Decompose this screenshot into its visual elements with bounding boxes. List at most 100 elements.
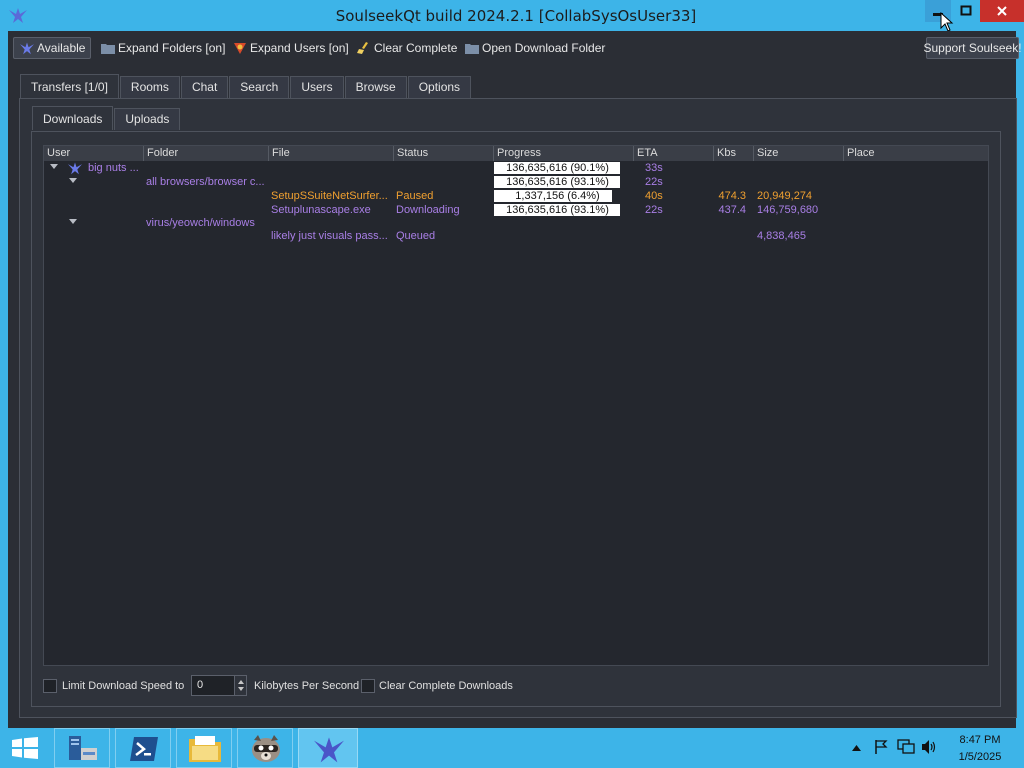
- speaker-icon[interactable]: [921, 739, 937, 755]
- column-header-kbs[interactable]: Kbs: [714, 146, 754, 161]
- start-button[interactable]: [0, 728, 52, 768]
- progress-remainder: [620, 204, 621, 216]
- soulseek-taskbar-button[interactable]: [298, 728, 358, 768]
- table-header: User Folder File Status Progress ETA Kbs…: [44, 146, 988, 161]
- expand-arrow-icon[interactable]: [50, 164, 58, 169]
- table-row[interactable]: likely just visuals pass... Queued 4,838…: [44, 229, 988, 243]
- cell-size: 4,838,465: [757, 230, 806, 242]
- column-header-progress[interactable]: Progress: [494, 146, 634, 161]
- client-area: Available Expand Folders [on] Expand Use…: [8, 31, 1022, 728]
- limit-speed-checkbox[interactable]: [43, 679, 57, 693]
- cell-size: 20,949,274: [757, 190, 813, 202]
- soulseek-bird-icon: [20, 42, 34, 55]
- network-icon[interactable]: [897, 739, 915, 755]
- file-explorer-icon: [189, 736, 221, 762]
- cell-folder: virus/yeowch/windows: [146, 217, 255, 229]
- column-header-size[interactable]: Size: [754, 146, 844, 161]
- tab-browse[interactable]: Browse: [344, 76, 407, 98]
- main-tab-bar: Transfers [1/0] Rooms Chat Search Users …: [20, 74, 472, 98]
- column-header-folder[interactable]: Folder: [144, 146, 269, 161]
- column-header-user[interactable]: User: [44, 146, 144, 161]
- tab-downloads[interactable]: Downloads: [32, 106, 114, 130]
- column-header-eta[interactable]: ETA: [634, 146, 714, 161]
- cell-status: Queued: [396, 230, 436, 242]
- cell-folder: all browsers/browser c...: [146, 176, 265, 188]
- column-header-file[interactable]: File: [269, 146, 394, 161]
- maximize-button[interactable]: [952, 0, 980, 22]
- clear-complete-downloads-checkbox[interactable]: [361, 679, 375, 693]
- title-bar[interactable]: SoulseekQt build 2024.2.1 [CollabSysOsUs…: [0, 0, 1024, 32]
- expand-folders-button[interactable]: Expand Folders [on]: [100, 37, 225, 59]
- limit-speed-label: Limit Download Speed to: [62, 680, 185, 692]
- server-manager-taskbar-button[interactable]: [54, 728, 110, 768]
- expand-arrow-icon[interactable]: [69, 219, 77, 224]
- tab-users[interactable]: Users: [290, 76, 344, 98]
- clock-date[interactable]: 1/5/2025: [950, 751, 1010, 763]
- tab-transfers[interactable]: Transfers [1/0]: [20, 74, 119, 98]
- column-header-place[interactable]: Place: [844, 146, 988, 161]
- speed-limit-value: 0: [197, 679, 204, 691]
- clear-complete-downloads-label: Clear Complete Downloads: [379, 680, 513, 692]
- tab-uploads[interactable]: Uploads: [114, 108, 181, 130]
- table-row[interactable]: virus/yeowch/windows: [44, 216, 988, 230]
- open-download-folder-button[interactable]: Open Download Folder: [464, 37, 605, 59]
- cell-progress: 136,635,616 (90.1%): [506, 162, 609, 174]
- server-manager-icon: [69, 736, 97, 760]
- progress-remainder: [611, 190, 621, 202]
- column-header-status[interactable]: Status: [394, 146, 494, 161]
- progress-bar: 136,635,616 (90.1%): [494, 162, 621, 174]
- taskbar: 8:47 PM 1/5/2025: [0, 728, 1024, 768]
- folder-icon: [101, 44, 115, 54]
- raccoon-icon: [252, 735, 280, 762]
- table-row[interactable]: big nuts ... 136,635,616 (90.1%) 33s: [44, 161, 988, 175]
- folder-icon: [465, 44, 479, 54]
- clock-time[interactable]: 8:47 PM: [950, 734, 1010, 746]
- cell-status: Downloading: [396, 204, 460, 216]
- soulseek-bird-icon: [68, 162, 82, 175]
- tab-search[interactable]: Search: [229, 76, 290, 98]
- transfers-pane: Downloads Uploads User Folder File Statu…: [19, 98, 1017, 718]
- close-icon: [997, 6, 1007, 16]
- downloads-pane: User Folder File Status Progress ETA Kbs…: [31, 131, 1001, 707]
- maximize-icon: [960, 5, 972, 16]
- spinner-arrows-icon[interactable]: [234, 676, 246, 695]
- progress-remainder: [620, 176, 621, 188]
- table-row[interactable]: all browsers/browser c... 136,635,616 (9…: [44, 175, 988, 189]
- tab-rooms[interactable]: Rooms: [119, 76, 180, 98]
- table-row[interactable]: Setuplunascape.exe Downloading 136,635,6…: [44, 203, 988, 217]
- soulseek-bird-icon: [314, 737, 344, 763]
- support-soulseek-button[interactable]: Support Soulseek!: [923, 37, 1022, 59]
- progress-remainder: [620, 162, 621, 174]
- clear-complete-button[interactable]: Clear Complete: [356, 37, 457, 59]
- progress-bar: 136,635,616 (93.1%): [494, 204, 621, 216]
- tab-options[interactable]: Options: [407, 76, 472, 98]
- toolbar: Available Expand Folders [on] Expand Use…: [8, 31, 1022, 63]
- downloads-table[interactable]: User Folder File Status Progress ETA Kbs…: [43, 145, 989, 666]
- expand-folders-label: Expand Folders [on]: [118, 41, 226, 55]
- available-label: Available: [37, 41, 86, 55]
- broom-icon: [357, 42, 368, 54]
- speed-limit-spinbox[interactable]: 0: [191, 675, 247, 696]
- cell-eta: 22s: [645, 176, 663, 188]
- clear-complete-label: Clear Complete: [374, 41, 458, 55]
- app-window: SoulseekQt build 2024.2.1 [CollabSysOsUs…: [0, 0, 1024, 728]
- available-button[interactable]: Available: [13, 37, 91, 59]
- table-row[interactable]: SetupSSuiteNetSurfer... Paused 1,337,156…: [44, 189, 988, 203]
- cell-progress: 1,337,156 (6.4%): [515, 190, 600, 202]
- support-label: Support Soulseek!: [923, 41, 1022, 55]
- flag-icon[interactable]: [874, 739, 888, 755]
- expand-users-label: Expand Users [on]: [250, 41, 349, 55]
- tab-chat[interactable]: Chat: [180, 76, 229, 98]
- cell-file: SetupSSuiteNetSurfer...: [271, 190, 388, 202]
- raccoon-app-taskbar-button[interactable]: [237, 728, 293, 768]
- cell-file: Setuplunascape.exe: [271, 204, 371, 216]
- progress-bar: 1,337,156 (6.4%): [494, 190, 621, 202]
- file-explorer-taskbar-button[interactable]: [176, 728, 232, 768]
- show-hidden-icons-icon[interactable]: [852, 744, 861, 752]
- expand-arrow-icon[interactable]: [69, 178, 77, 183]
- powershell-taskbar-button[interactable]: [115, 728, 171, 768]
- mouse-cursor-icon: [940, 12, 954, 32]
- expand-users-button[interactable]: Expand Users [on]: [232, 37, 349, 59]
- close-button[interactable]: [980, 0, 1024, 22]
- cell-eta: 22s: [645, 204, 663, 216]
